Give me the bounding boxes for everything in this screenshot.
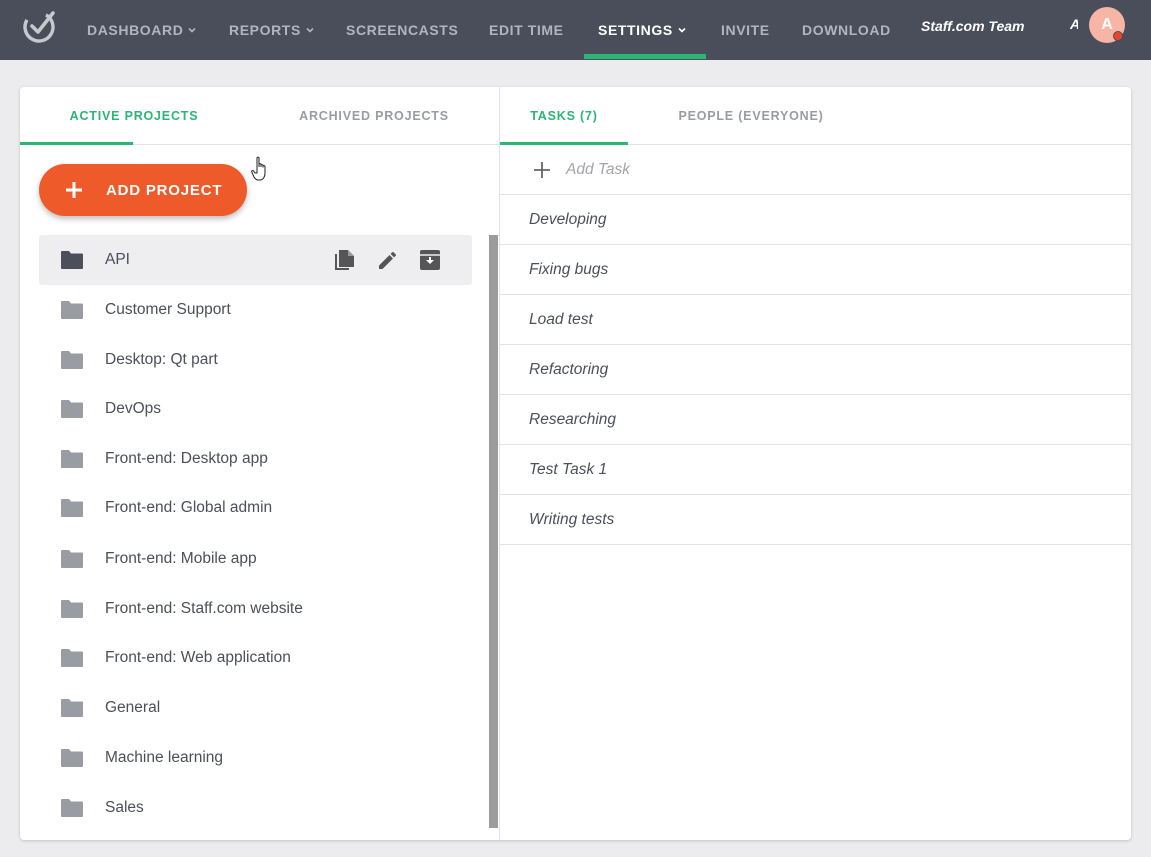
team-name[interactable]: Staff.com Team <box>921 0 1024 52</box>
folder-icon <box>61 799 83 817</box>
task-name: Test Task 1 <box>529 460 608 478</box>
project-row[interactable]: Front-end: Desktop app <box>39 434 472 484</box>
task-row[interactable]: Developing <box>500 195 1131 245</box>
nav-download[interactable]: DOWNLOAD <box>802 0 891 60</box>
folder-icon <box>61 450 83 468</box>
plus-icon <box>66 182 82 198</box>
project-row[interactable]: Customer Support <box>39 285 472 335</box>
task-name: Researching <box>529 410 617 428</box>
task-row[interactable]: Test Task 1 <box>500 445 1131 495</box>
project-row[interactable]: Front-end: Staff.com website <box>39 584 472 634</box>
archive-icon[interactable] <box>418 248 442 272</box>
task-row[interactable]: Writing tests <box>500 495 1131 545</box>
tab-tasks[interactable]: TASKS (7) <box>500 87 628 145</box>
nav-screencasts-label: SCREENCASTS <box>346 22 459 38</box>
project-row[interactable]: API <box>39 235 472 285</box>
project-name: Front-end: Global admin <box>105 499 273 516</box>
settings-card: ACTIVE PROJECTS ARCHIVED PROJECTS ADD PR… <box>20 87 1131 840</box>
add-task-row[interactable]: Add Task <box>500 145 1131 195</box>
staff-logo-icon[interactable] <box>20 7 58 45</box>
chevron-down-icon <box>306 27 314 33</box>
task-row[interactable]: Researching <box>500 395 1131 445</box>
tab-active-projects[interactable]: ACTIVE PROJECTS <box>20 87 248 145</box>
team-overflow-text: A <box>1070 16 1078 36</box>
folder-icon <box>61 649 83 667</box>
folder-icon <box>61 251 83 269</box>
project-name: Front-end: Web application <box>105 649 291 666</box>
nav-dashboard[interactable]: DASHBOARD <box>87 0 196 60</box>
nav-edit-time-label: EDIT TIME <box>489 22 564 38</box>
copy-icon[interactable] <box>333 248 357 272</box>
project-name: Machine learning <box>105 749 224 766</box>
nav-settings[interactable]: SETTINGS <box>598 0 686 60</box>
project-row[interactable]: Front-end: Web application <box>39 633 472 683</box>
nav-dashboard-label: DASHBOARD <box>87 22 184 38</box>
folder-icon <box>61 550 83 568</box>
nav-active-indicator <box>584 54 706 59</box>
project-name: Sales <box>105 799 144 816</box>
task-row[interactable]: Fixing bugs <box>500 245 1131 295</box>
folder-icon <box>61 301 83 319</box>
projects-tabbar: ACTIVE PROJECTS ARCHIVED PROJECTS <box>20 87 500 145</box>
tasks-panel: TASKS (7) PEOPLE (EVERYONE) Add Task Dev… <box>500 87 1131 840</box>
folder-icon <box>61 749 83 767</box>
tab-archived-projects[interactable]: ARCHIVED PROJECTS <box>268 87 480 145</box>
task-name: Fixing bugs <box>529 260 609 278</box>
tasks-tabbar: TASKS (7) PEOPLE (EVERYONE) <box>500 87 1131 145</box>
nav-invite[interactable]: INVITE <box>721 0 770 60</box>
project-name: DevOps <box>105 400 161 417</box>
task-name: Refactoring <box>529 360 609 378</box>
nav-reports[interactable]: REPORTS <box>229 0 314 60</box>
nav-download-label: DOWNLOAD <box>802 22 891 38</box>
project-row[interactable]: General <box>39 683 472 733</box>
project-row[interactable]: Desktop: Qt part <box>39 335 472 385</box>
project-name: API <box>105 251 130 268</box>
folder-icon <box>61 600 83 618</box>
folder-icon <box>61 351 83 369</box>
top-navigation-bar: DASHBOARD REPORTS SCREENCASTS EDIT TIME … <box>0 0 1151 60</box>
project-row[interactable]: Front-end: Global admin <box>39 483 472 533</box>
nav-settings-label: SETTINGS <box>598 22 673 38</box>
project-name: Desktop: Qt part <box>105 351 218 368</box>
project-name: Front-end: Mobile app <box>105 550 257 567</box>
nav-edit-time[interactable]: EDIT TIME <box>489 0 564 60</box>
project-name: Customer Support <box>105 301 231 318</box>
project-row[interactable]: Machine learning <box>39 733 472 783</box>
project-name: General <box>105 699 161 716</box>
project-row[interactable]: DevOps <box>39 384 472 434</box>
projects-panel: ACTIVE PROJECTS ARCHIVED PROJECTS ADD PR… <box>20 87 500 840</box>
nav-screencasts[interactable]: SCREENCASTS <box>346 0 458 60</box>
edit-icon[interactable] <box>376 248 400 272</box>
project-row[interactable]: Sales <box>39 783 472 833</box>
nav-invite-label: INVITE <box>721 22 770 38</box>
status-dot <box>1113 31 1123 41</box>
chevron-down-icon <box>678 27 686 33</box>
add-project-label: ADD PROJECT <box>106 181 223 199</box>
task-name: Load test <box>529 310 593 328</box>
add-project-button[interactable]: ADD PROJECT <box>39 164 247 216</box>
add-task-placeholder: Add Task <box>566 160 631 178</box>
task-name: Writing tests <box>529 510 615 528</box>
chevron-down-icon <box>188 27 196 33</box>
task-name: Developing <box>529 210 607 228</box>
plus-icon <box>534 162 550 178</box>
project-row[interactable]: Front-end: Mobile app <box>39 534 472 584</box>
folder-icon <box>61 699 83 717</box>
folder-icon <box>61 400 83 418</box>
task-row[interactable]: Refactoring <box>500 345 1131 395</box>
folder-icon <box>61 499 83 517</box>
hand-cursor-icon <box>251 156 266 181</box>
task-row[interactable]: Load test <box>500 295 1131 345</box>
project-name: Front-end: Staff.com website <box>105 600 303 617</box>
projects-scrollbar[interactable] <box>489 235 498 828</box>
tab-people[interactable]: PEOPLE (EVERYONE) <box>648 87 854 145</box>
tab-active-indicator <box>20 142 133 145</box>
nav-reports-label: REPORTS <box>229 22 301 38</box>
project-name: Front-end: Desktop app <box>105 450 268 467</box>
